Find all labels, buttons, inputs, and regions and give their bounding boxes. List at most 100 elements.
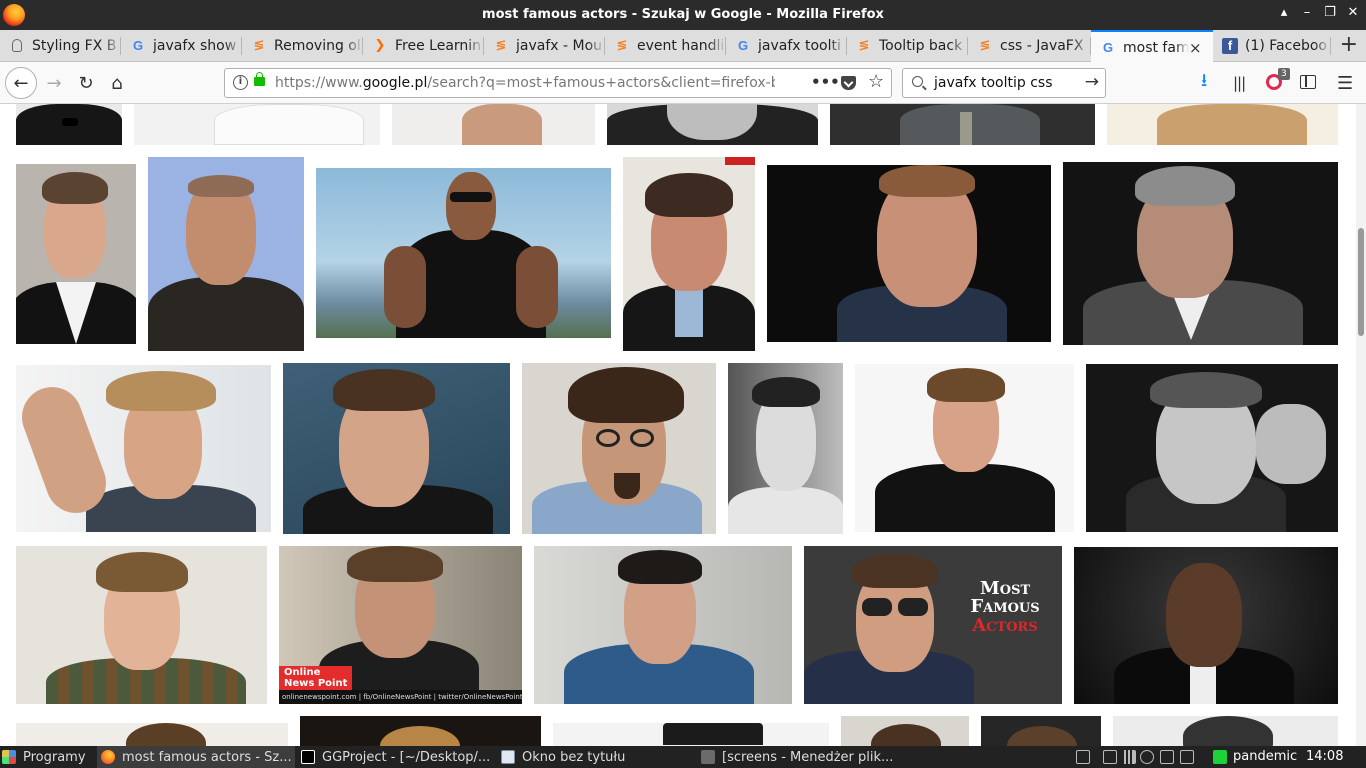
image-result[interactable]	[16, 104, 122, 145]
image-result[interactable]	[16, 546, 267, 704]
tab-free-learning[interactable]: ❯ Free Learnin	[363, 30, 484, 61]
firefox-icon	[101, 750, 115, 764]
image-result[interactable]	[300, 716, 541, 746]
image-result[interactable]	[148, 157, 304, 351]
search-bar[interactable]: javafx tooltip css →	[902, 68, 1106, 98]
image-result[interactable]: Most Famous Actors	[804, 546, 1062, 704]
tab-javafx-tooltip[interactable]: G javafx toolti	[726, 30, 847, 61]
secure-lock-icon	[254, 72, 265, 86]
scrollbar-thumb[interactable]	[1358, 228, 1364, 336]
vertical-scrollbar[interactable]	[1356, 104, 1366, 746]
image-result[interactable]	[841, 716, 969, 746]
tab-css-javafx[interactable]: ≶ css - JavaFX	[968, 30, 1091, 61]
navigation-toolbar: ← → ↻ ⌂ i https://www.google.pl/search?q…	[0, 62, 1366, 104]
close-tab-icon[interactable]: ×	[1189, 39, 1203, 57]
taskbar-item-intellij[interactable]: GGProject - [~/Desktop/...	[297, 746, 495, 768]
clipboard-icon[interactable]	[1160, 750, 1174, 764]
volume-icon[interactable]	[1049, 750, 1063, 764]
updates-icon[interactable]	[1140, 750, 1154, 764]
image-result[interactable]	[1086, 364, 1338, 532]
taskbar-item-untitled-window[interactable]: Okno bez tytułu	[497, 746, 695, 768]
task-label: [screens - Menedżer plik...	[722, 749, 894, 765]
url-text[interactable]: https://www.google.pl/search?q=most+famo…	[275, 75, 775, 91]
system-taskbar: Programy most famous actors - Sz... GGPr…	[0, 746, 1366, 768]
adblock-count-badge: 3	[1278, 68, 1290, 80]
tab-strip: Styling FX B G javafx show ≶ Removing ol…	[0, 30, 1366, 63]
image-result[interactable]	[607, 104, 818, 145]
tab-tooltip-background[interactable]: ≶ Tooltip back	[847, 30, 968, 61]
image-result[interactable]	[522, 363, 716, 534]
image-result[interactable]	[1107, 104, 1338, 145]
image-result[interactable]	[1113, 716, 1338, 746]
tab-styling-fx[interactable]: Styling FX B	[0, 30, 121, 61]
image-result[interactable]	[1063, 162, 1338, 345]
search-go-icon[interactable]: →	[1085, 72, 1099, 92]
tab-removing-ol[interactable]: ≶ Removing ol	[242, 30, 363, 61]
image-result[interactable]	[623, 157, 755, 351]
image-result[interactable]	[728, 363, 843, 534]
google-icon: G	[132, 38, 144, 53]
downloads-icon[interactable]: ⭳	[1201, 70, 1207, 95]
tab-javafx-mouse[interactable]: ≶ javafx - Mou	[484, 30, 605, 61]
library-icon[interactable]: |||	[1233, 71, 1246, 95]
image-result[interactable]	[534, 546, 792, 704]
image-result[interactable]	[855, 364, 1074, 532]
tab-label: Free Learnin	[395, 37, 482, 54]
back-button[interactable]: ←	[5, 67, 37, 99]
taskbar-item-firefox[interactable]: most famous actors - Sz...	[97, 746, 295, 768]
image-result[interactable]	[981, 716, 1101, 746]
bookmark-star-icon[interactable]: ☆	[868, 71, 884, 92]
window-titlebar: most famous actors - Szukaj w Google - M…	[0, 0, 1366, 30]
forward-button[interactable]: →	[40, 69, 68, 97]
search-input[interactable]: javafx tooltip css	[934, 75, 1053, 91]
image-result[interactable]	[16, 365, 271, 532]
minimize-window-button[interactable]: –	[1300, 5, 1314, 20]
pocket-icon[interactable]	[841, 76, 856, 90]
tab-label: javafx show	[153, 37, 237, 54]
stackoverflow-icon: ≶	[979, 38, 991, 53]
new-tab-button[interactable]: +	[1340, 32, 1358, 57]
stackoverflow-icon: ≶	[616, 38, 628, 53]
network-icon[interactable]	[1076, 750, 1090, 764]
maximize-window-button[interactable]: ❐	[1323, 5, 1337, 20]
workspace-indicator-icon[interactable]	[1213, 750, 1227, 764]
tab-javafx-show[interactable]: G javafx show	[121, 30, 242, 61]
image-result[interactable]	[1074, 547, 1338, 704]
taskbar-item-file-manager[interactable]: [screens - Menedżer plik...	[697, 746, 895, 768]
image-result[interactable]	[767, 165, 1051, 342]
image-result[interactable]	[553, 723, 829, 746]
home-button[interactable]: ⌂	[103, 69, 131, 97]
shade-window-icon[interactable]: ▴	[1277, 5, 1291, 20]
tab-label: javafx toolti	[758, 37, 841, 54]
clock[interactable]: 14:08	[1306, 749, 1343, 764]
image-result[interactable]	[16, 723, 288, 746]
page-info-icon[interactable]: i	[233, 75, 248, 90]
start-menu-button[interactable]: Programy	[2, 746, 94, 768]
tab-most-famous-actors[interactable]: G most fam ×	[1091, 30, 1213, 63]
tab-label: css - JavaFX	[1000, 37, 1084, 54]
task-label: GGProject - [~/Desktop/...	[322, 749, 491, 765]
tab-event-handling[interactable]: ≶ event handli	[605, 30, 726, 61]
stackoverflow-icon: ≶	[495, 38, 507, 53]
tab-facebook[interactable]: f (1) Faceboo	[1213, 30, 1331, 61]
hamburger-menu-icon[interactable]: ☰	[1337, 71, 1353, 95]
close-window-button[interactable]: ✕	[1346, 5, 1360, 20]
signal-icon[interactable]	[1122, 750, 1136, 764]
tab-label: javafx - Mou	[516, 37, 603, 54]
image-result[interactable]	[830, 104, 1095, 145]
reload-button[interactable]: ↻	[72, 69, 100, 97]
image-result[interactable]	[16, 164, 136, 344]
image-result[interactable]	[283, 363, 510, 534]
image-result[interactable]	[134, 104, 380, 145]
image-result[interactable]: Online News Point onlinenewspoint.com | f…	[279, 546, 522, 704]
image-result[interactable]	[316, 168, 611, 338]
sidebar-icon[interactable]	[1300, 75, 1316, 89]
image-result[interactable]	[392, 104, 595, 145]
tab-label: Tooltip back	[879, 37, 963, 54]
url-bar[interactable]: i https://www.google.pl/search?q=most+fa…	[224, 68, 892, 98]
keyboard-icon[interactable]	[1103, 750, 1117, 764]
search-icon	[912, 76, 923, 87]
page-actions-icon[interactable]: •••	[811, 73, 840, 91]
notes-icon[interactable]	[1180, 750, 1194, 764]
facebook-icon: f	[1222, 37, 1238, 54]
